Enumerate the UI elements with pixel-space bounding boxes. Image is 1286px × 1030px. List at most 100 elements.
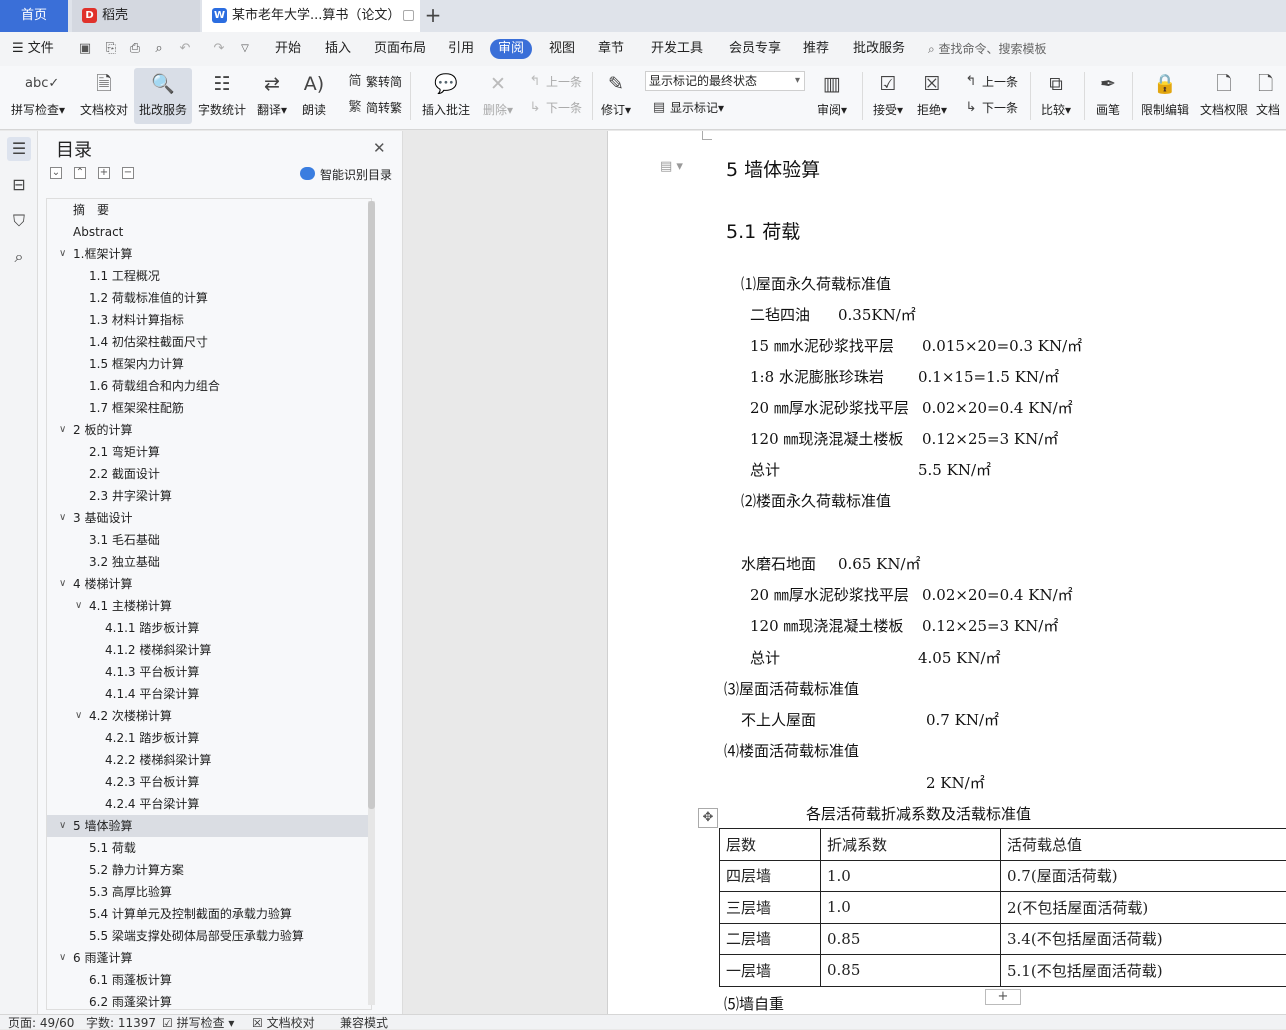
toc-scroll-thumb[interactable]	[368, 201, 375, 809]
toc-item[interactable]: 3.2 独立基础	[47, 551, 369, 573]
trad-to-simp-button[interactable]: 简繁转简	[346, 73, 402, 91]
toc-item[interactable]: 4.2.3 平台板计算	[47, 771, 369, 793]
toc-item[interactable]: 2.2 截面设计	[47, 463, 369, 485]
toc-item[interactable]: 2.1 弯矩计算	[47, 441, 369, 463]
menu-page-layout[interactable]: 页面布局	[374, 40, 426, 58]
toc-item[interactable]: 1.3 材料计算指标	[47, 309, 369, 331]
delete-comment-button[interactable]: ✕删除▾	[478, 68, 518, 124]
add-heading-icon[interactable]: +	[98, 167, 110, 179]
toc-item[interactable]: 4.2.4 平台梁计算	[47, 793, 369, 815]
expand-up-icon[interactable]: ⌃	[74, 167, 86, 179]
toc-scrollbar[interactable]	[368, 201, 375, 1005]
toc-item[interactable]: 5.4 计算单元及控制截面的承载力验算	[47, 903, 369, 925]
toc-item[interactable]: 1.7 框架梁柱配筋	[47, 397, 369, 419]
toc-item[interactable]: 4.2.2 楼梯斜梁计算	[47, 749, 369, 771]
toc-item[interactable]: ∨1.框架计算	[47, 243, 369, 265]
toc-item[interactable]: 3.1 毛石基础	[47, 529, 369, 551]
chevron-down-icon[interactable]: ∨	[59, 573, 66, 595]
quick-access-dropdown-icon[interactable]: ▽	[236, 40, 254, 58]
toc-item[interactable]: ∨2 板的计算	[47, 419, 369, 441]
insert-comment-button[interactable]: 💬插入批注	[418, 68, 474, 124]
toc-item[interactable]: 6.1 雨蓬板计算	[47, 969, 369, 991]
toc-item[interactable]: 4.1.4 平台梁计算	[47, 683, 369, 705]
table-move-icon[interactable]: ✥	[698, 808, 718, 828]
toc-item[interactable]: 4.2.1 踏步板计算	[47, 727, 369, 749]
doc-proof-status[interactable]: ☒ 文档校对	[252, 1017, 315, 1030]
file-menu[interactable]: ☰ 文件	[12, 40, 54, 58]
compare-button[interactable]: ⧉比较▾	[1036, 68, 1076, 124]
next-comment-button[interactable]: ↳下一条	[526, 99, 582, 117]
toc-item[interactable]: 1.2 荷载标准值的计算	[47, 287, 369, 309]
menu-start[interactable]: 开始	[275, 40, 301, 58]
page-indicator[interactable]: 页面: 49/60	[8, 1017, 74, 1030]
save-icon[interactable]: ▣	[76, 40, 94, 58]
print-icon[interactable]: ⎙	[126, 40, 144, 58]
collapse-all-icon[interactable]: ⌄	[50, 167, 62, 179]
toc-item[interactable]: ∨4.2 次楼梯计算	[47, 705, 369, 727]
command-search[interactable]: ⌕ 查找命令、搜索模板	[928, 40, 1047, 57]
toc-item[interactable]: ∨4 楼梯计算	[47, 573, 369, 595]
smart-toc-button[interactable]: 智能识别目录	[300, 166, 392, 183]
prev-comment-button[interactable]: ↰上一条	[526, 73, 582, 91]
toc-item[interactable]: 4.1.2 楼梯斜梁计算	[47, 639, 369, 661]
chevron-down-icon[interactable]: ∨	[59, 243, 66, 265]
prev-change-button[interactable]: ↰上一条	[962, 73, 1018, 91]
review-service-button[interactable]: 🔍批改服务	[134, 68, 192, 124]
bookmark-icon[interactable]: ⛉	[7, 209, 31, 233]
undo-icon[interactable]: ↶	[176, 40, 194, 58]
chevron-down-icon[interactable]: ∨	[59, 947, 66, 969]
toc-item[interactable]: 1.6 荷载组合和内力组合	[47, 375, 369, 397]
next-change-button[interactable]: ↳下一条	[962, 99, 1018, 117]
find-icon[interactable]: ⌕	[7, 245, 31, 269]
toc-pane-icon[interactable]: ☰	[7, 137, 31, 161]
menu-developer[interactable]: 开发工具	[651, 40, 703, 58]
menu-review[interactable]: 审阅	[490, 39, 532, 59]
review-pane-button[interactable]: ▥审阅▾	[812, 68, 852, 124]
toc-item[interactable]: 5.1 荷载	[47, 837, 369, 859]
toc-item[interactable]: ∨6 雨蓬计算	[47, 947, 369, 969]
toc-item[interactable]: 6.2 雨蓬梁计算	[47, 991, 369, 1010]
chevron-down-icon[interactable]: ∨	[59, 815, 66, 837]
menu-review-service[interactable]: 批改服务	[853, 40, 905, 58]
spell-check-button[interactable]: abc✓拼写检查▾	[6, 68, 70, 124]
remove-heading-icon[interactable]: −	[122, 167, 134, 179]
markup-state-select[interactable]: 显示标记的最终状态	[645, 71, 805, 91]
doc-permission-button[interactable]: 🗋文档权限	[1196, 68, 1252, 124]
toc-item[interactable]: ∨5 墙体验算	[47, 815, 369, 837]
tab-daoke[interactable]: D 稻壳	[72, 0, 200, 32]
tab-document[interactable]: W 某市老年大学...算书（论文）	[202, 0, 420, 32]
read-aloud-button[interactable]: A)朗读	[294, 68, 334, 124]
menu-view[interactable]: 视图	[549, 40, 575, 58]
toc-item[interactable]: 4.1.1 踏步板计算	[47, 617, 369, 639]
print-preview-icon[interactable]: ⌕	[150, 40, 168, 58]
toc-item[interactable]: ∨3 基础设计	[47, 507, 369, 529]
close-icon[interactable]: ✕	[373, 139, 386, 157]
tab-window-icon[interactable]	[403, 10, 414, 21]
chevron-down-icon[interactable]: ∨	[59, 507, 66, 529]
menu-references[interactable]: 引用	[448, 40, 474, 58]
menu-member[interactable]: 会员专享	[729, 40, 781, 58]
doc-proof-button[interactable]: 🗎文档校对	[74, 68, 134, 124]
toc-item[interactable]: 5.5 梁端支撑处砌体局部受压承载力验算	[47, 925, 369, 947]
accept-button[interactable]: ☑接受▾	[868, 68, 908, 124]
doc-more-button[interactable]: 🗋文档	[1256, 68, 1286, 124]
pen-button[interactable]: ✒画笔	[1090, 68, 1126, 124]
track-changes-button[interactable]: ✎修订▾	[596, 68, 636, 124]
toc-item[interactable]: 摘 要	[47, 199, 369, 221]
chevron-down-icon[interactable]: ∨	[75, 595, 82, 617]
restrict-edit-button[interactable]: 🔒限制编辑	[1138, 68, 1192, 124]
chapter-nav-icon[interactable]: ⊟	[7, 173, 31, 197]
toc-item[interactable]: 2.3 井字梁计算	[47, 485, 369, 507]
translate-button[interactable]: ⇄翻译▾	[252, 68, 292, 124]
toc-item[interactable]: 1.4 初估梁柱截面尺寸	[47, 331, 369, 353]
toc-item[interactable]: Abstract	[47, 221, 369, 243]
toc-item[interactable]: 1.1 工程概况	[47, 265, 369, 287]
simp-to-trad-button[interactable]: 繁简转繁	[346, 99, 402, 117]
reject-button[interactable]: ☒拒绝▾	[912, 68, 952, 124]
toc-item[interactable]: 4.1.3 平台板计算	[47, 661, 369, 683]
toc-item[interactable]: 5.2 静力计算方案	[47, 859, 369, 881]
toc-item[interactable]: 5.3 高厚比验算	[47, 881, 369, 903]
menu-recommend[interactable]: 推荐	[803, 40, 829, 58]
redo-icon[interactable]: ↷	[210, 40, 228, 58]
spell-check-status[interactable]: ☑ 拼写检查 ▾	[162, 1017, 234, 1030]
